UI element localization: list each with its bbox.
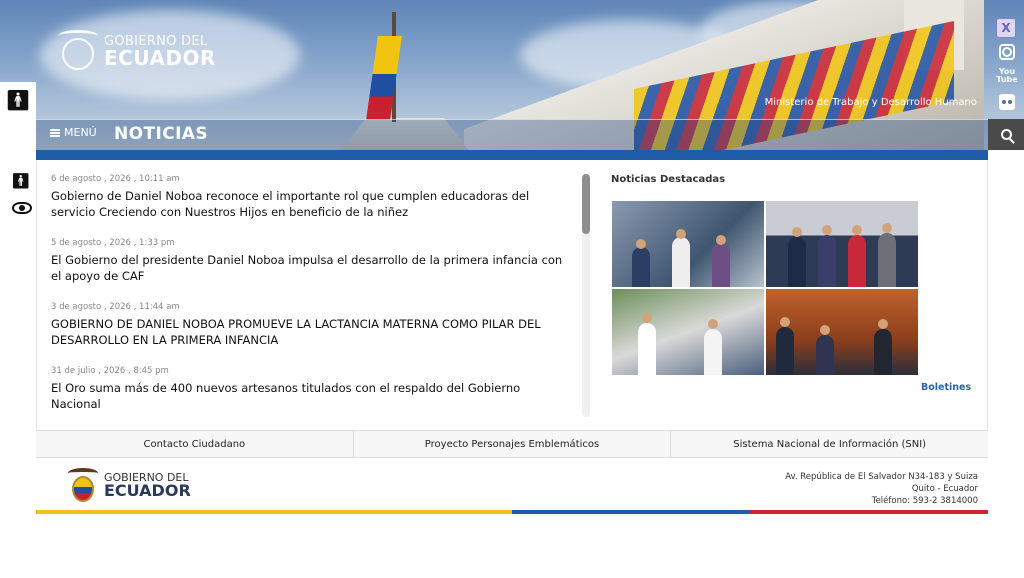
footer-government-logo[interactable]: GOBIERNO DEL ECUADOR — [66, 466, 191, 504]
page-title: NOTICIAS — [114, 124, 209, 144]
person-head — [822, 225, 832, 235]
person-figure — [848, 235, 866, 287]
menu-button[interactable]: MENÚ — [50, 126, 97, 139]
ecuador-flag-image — [366, 36, 402, 120]
news-date: 31 de julio , 2026 , 8:45 pm — [51, 366, 169, 376]
stripe-yellow — [36, 510, 512, 514]
person-head — [820, 325, 830, 335]
featured-photo-mothers[interactable] — [612, 289, 764, 375]
featured-photo-officials[interactable] — [766, 201, 918, 287]
person-head — [708, 319, 718, 329]
footer-links-bar: Contacto Ciudadano Proyecto Personajes E… — [36, 430, 988, 458]
person-figure — [788, 237, 806, 287]
search-button[interactable] — [988, 119, 1024, 150]
person-figure — [704, 329, 722, 375]
news-item[interactable]: 3 de agosto , 2026 , 11:44 am GOBIERNO D… — [51, 302, 571, 348]
address-city: Quito - Ecuador — [911, 484, 978, 494]
blue-band — [36, 150, 988, 160]
person-head — [642, 313, 652, 323]
news-title-link[interactable]: GOBIERNO DE DANIEL NOBOA PROMUEVE LA LAC… — [51, 316, 571, 348]
person-head — [882, 223, 892, 233]
address-line: Av. República de El Salvador N34-183 y S… — [785, 472, 978, 482]
youtube-icon[interactable]: You Tube — [996, 68, 1018, 84]
news-title-link[interactable]: El Oro suma más de 400 nuevos artesanos … — [51, 380, 571, 412]
person-head — [792, 227, 802, 237]
ministry-name: Ministerio de Trabajo y Desarrollo Human… — [764, 97, 977, 108]
accessibility-icon: 🚹︎ — [5, 88, 31, 112]
person-figure — [816, 335, 834, 375]
flickr-icon[interactable] — [999, 94, 1015, 110]
news-item[interactable]: 6 de agosto , 2026 , 10:11 am Gobierno d… — [51, 174, 571, 220]
footer-address: Av. República de El Salvador N34-183 y S… — [785, 471, 978, 507]
logo-line-2: ECUADOR — [104, 45, 216, 70]
person-head — [676, 229, 686, 239]
hamburger-icon — [50, 128, 60, 137]
news-date: 5 de agosto , 2026 , 1:33 pm — [51, 238, 175, 248]
person-head — [780, 317, 790, 327]
government-logo[interactable]: GOBIERNO DEL ECUADOR — [58, 28, 216, 74]
coat-of-arms-icon — [66, 466, 100, 504]
news-date: 3 de agosto , 2026 , 11:44 am — [51, 302, 180, 312]
footer-link-personajes[interactable]: Proyecto Personajes Emblemáticos — [354, 431, 672, 457]
news-item[interactable]: 31 de julio , 2026 , 8:45 pm El Oro suma… — [51, 366, 571, 412]
coat-of-arms-icon — [58, 28, 98, 74]
address-phone: Teléfono: 593-2 3814000 — [871, 496, 978, 506]
person-head — [852, 225, 862, 235]
stripe-blue — [512, 510, 750, 514]
news-scrollbar-thumb[interactable] — [582, 174, 590, 234]
person-figure — [874, 329, 892, 375]
person-head — [878, 319, 888, 329]
featured-news-heading: Noticias Destacadas — [611, 174, 726, 185]
person-head — [636, 239, 646, 249]
person-head — [716, 235, 726, 245]
tricolor-stripe — [36, 510, 988, 514]
news-title-link[interactable]: El Gobierno del presidente Daniel Noboa … — [51, 252, 571, 284]
featured-photo-crowd[interactable] — [612, 201, 764, 287]
person-figure — [672, 237, 690, 287]
social-bar: X You Tube — [988, 0, 1024, 120]
footer: GOBIERNO DEL ECUADOR Av. República de El… — [36, 458, 988, 510]
bulletins-link[interactable]: Boletines — [921, 382, 971, 393]
footer-link-contacto[interactable]: Contacto Ciudadano — [36, 431, 354, 457]
person-figure — [638, 323, 656, 375]
instagram-icon[interactable] — [999, 44, 1015, 60]
news-title-link[interactable]: Gobierno de Daniel Noboa reconoce el imp… — [51, 188, 571, 220]
person-figure — [818, 235, 836, 287]
news-item[interactable]: 5 de agosto , 2026 , 1:33 pm El Gobierno… — [51, 238, 571, 284]
footer-logo-line-2: ECUADOR — [104, 480, 191, 500]
accessibility-button[interactable]: 🚹︎ — [0, 82, 36, 118]
menu-label: MENÚ — [64, 126, 97, 139]
left-strip — [0, 118, 36, 150]
page: GOBIERNO DEL ECUADOR Ministerio de Traba… — [0, 0, 1024, 578]
main-content: 6 de agosto , 2026 , 10:11 am Gobierno d… — [36, 160, 988, 430]
featured-photo-graduation[interactable] — [766, 289, 918, 375]
eye-icon[interactable] — [12, 202, 32, 214]
accessibility-small-icon[interactable]: 🚹︎ — [11, 172, 30, 190]
featured-news-collage[interactable] — [612, 201, 918, 375]
search-icon — [1000, 129, 1012, 140]
youtube-icon-line2: Tube — [996, 75, 1018, 84]
news-list[interactable]: 6 de agosto , 2026 , 10:11 am Gobierno d… — [51, 174, 571, 424]
person-figure — [712, 243, 730, 287]
stripe-red — [750, 510, 988, 514]
news-date: 6 de agosto , 2026 , 10:11 am — [51, 174, 180, 184]
x-icon[interactable]: X — [996, 18, 1016, 38]
person-figure — [878, 233, 896, 287]
person-figure — [632, 247, 650, 287]
person-figure — [776, 327, 794, 375]
footer-link-sni[interactable]: Sistema Nacional de Información (SNI) — [671, 431, 988, 457]
